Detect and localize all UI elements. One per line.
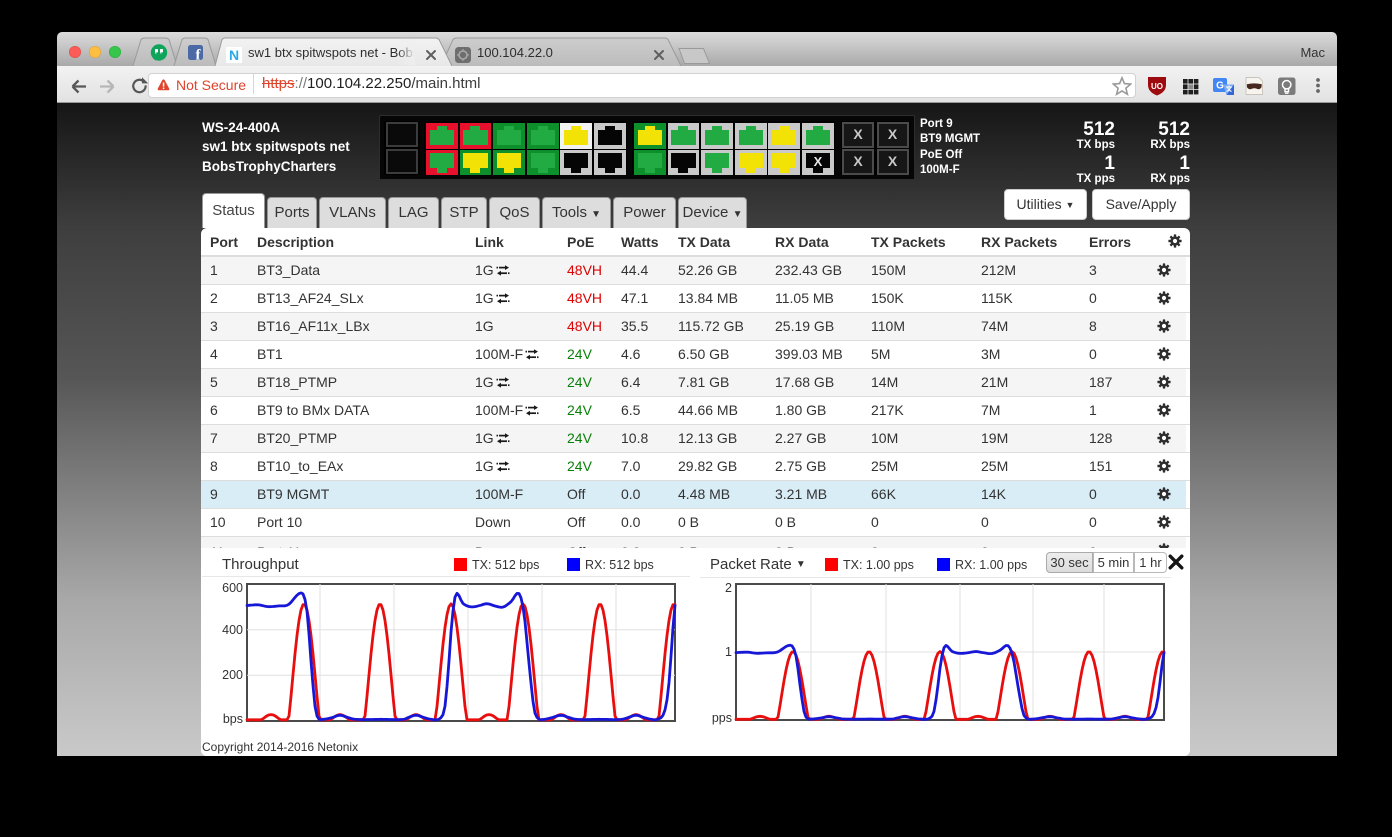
svg-text:G: G <box>1216 81 1224 92</box>
svg-text:N: N <box>229 47 239 63</box>
svg-text:UO: UO <box>1151 82 1163 91</box>
